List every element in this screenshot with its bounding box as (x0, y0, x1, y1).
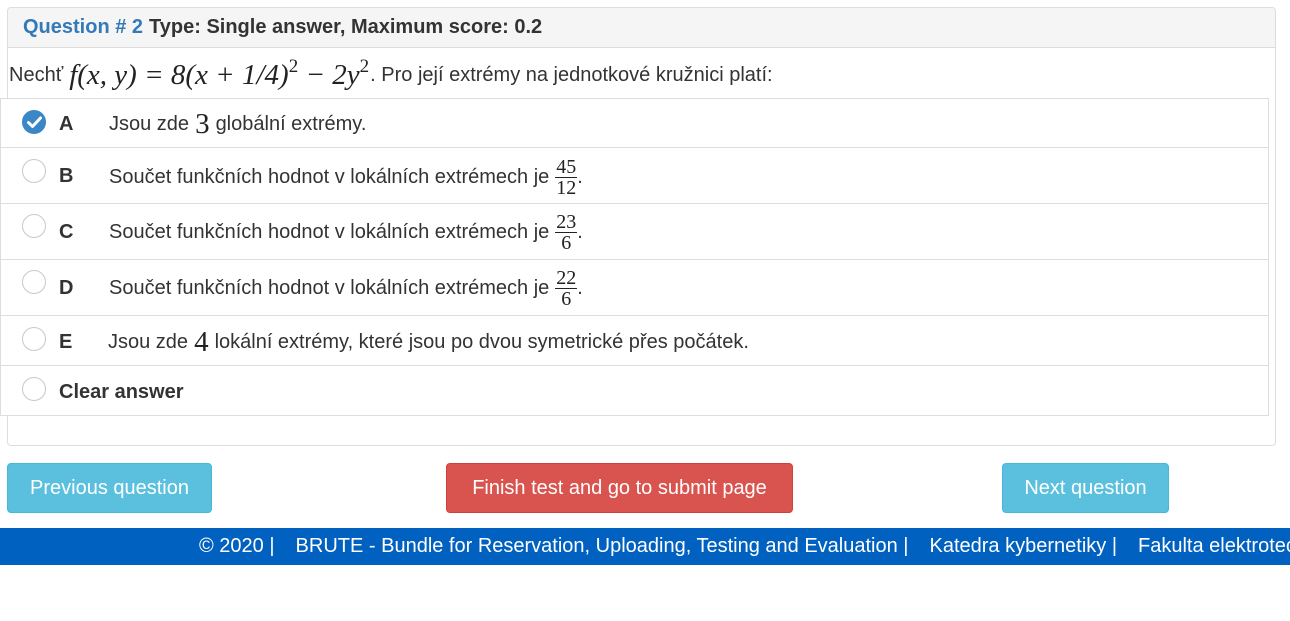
fraction-denominator: 6 (561, 287, 572, 310)
answer-option-a[interactable]: A Jsou zde 3 globální extrémy. (0, 98, 1269, 148)
question-suffix: . Pro její extrémy na jednotkové kružnic… (370, 63, 773, 86)
question-text: Nechť f(x, y) = 8(x + 1/4)2 − 2y2 . Pro … (9, 52, 773, 98)
question-formula: f(x, y) = 8(x + 1/4)2 − 2y2 (69, 55, 370, 92)
question-header: Question # 2 Type: Single answer, Maximu… (8, 8, 1275, 48)
option-letter: C (59, 221, 74, 243)
option-text-after: globální extrémy. (215, 112, 367, 135)
previous-question-button[interactable]: Previous question (7, 463, 212, 513)
answer-option-d[interactable]: D Součet funkčních hodnot v lokálních ex… (0, 259, 1269, 316)
option-text-before: Jsou zde (109, 112, 190, 135)
radio-icon[interactable] (22, 159, 46, 183)
fraction-numerator: 45 (555, 155, 578, 178)
option-text-after: lokální extrémy, které jsou po dvou syme… (214, 330, 749, 353)
footer-fakulta-link[interactable]: Fakulta elektrotechnická (1138, 535, 1290, 558)
option-letter: B (59, 165, 74, 187)
option-math-number: 3 (195, 107, 210, 140)
option-text-before: Součet funkčních hodnot v lokálních extr… (109, 276, 550, 299)
option-fraction: 23 6 (555, 210, 578, 254)
option-fraction: 45 12 (555, 155, 578, 199)
radio-icon[interactable] (22, 377, 46, 401)
option-text-before: Součet funkčních hodnot v lokálních extr… (109, 165, 550, 188)
option-math-number: 4 (194, 325, 209, 358)
formula-mid: − 2y (298, 58, 360, 91)
option-fraction: 22 6 (555, 266, 578, 310)
clear-answer-option[interactable]: Clear answer (0, 365, 1269, 416)
footer: © 2020 | BRUTE - Bundle for Reservation,… (0, 528, 1290, 565)
radio-icon[interactable] (22, 214, 46, 238)
fraction-numerator: 23 (555, 210, 578, 233)
fraction-numerator: 22 (555, 266, 578, 289)
formula-exponent-1: 2 (288, 55, 299, 77)
answer-options: A Jsou zde 3 globální extrémy. B Součet … (0, 98, 1269, 416)
footer-copyright: © 2020 | (199, 535, 275, 557)
option-letter: E (59, 331, 73, 353)
radio-icon[interactable] (22, 327, 46, 351)
question-type: Type: Single answer, Maximum score: 0.2 (149, 16, 543, 38)
option-text: Součet funkčních hodnot v lokálních extr… (109, 267, 583, 309)
footer-katedra-link[interactable]: Katedra kybernetiky | (930, 535, 1118, 558)
next-question-button[interactable]: Next question (1002, 463, 1169, 513)
question-prefix: Nechť (9, 63, 64, 86)
answer-option-b[interactable]: B Součet funkčních hodnot v lokálních ex… (0, 147, 1269, 204)
finish-test-button[interactable]: Finish test and go to submit page (446, 463, 793, 513)
option-text: Jsou zde 4 lokální extrémy, které jsou p… (108, 325, 749, 359)
option-letter: A (59, 113, 74, 135)
fraction-denominator: 6 (561, 231, 572, 254)
option-letter: D (59, 277, 74, 299)
answer-option-e[interactable]: E Jsou zde 4 lokální extrémy, které jsou… (0, 315, 1269, 366)
option-text: Jsou zde 3 globální extrémy. (109, 107, 366, 141)
option-text-after: . (577, 276, 583, 299)
footer-brute-link[interactable]: BRUTE - Bundle for Reservation, Uploadin… (296, 535, 909, 558)
question-number: Question # 2 (23, 16, 144, 38)
option-text-after: . (577, 220, 583, 243)
option-text-before: Jsou zde (108, 330, 189, 353)
formula-lhs: f(x, y) = 8(x + 1/4) (69, 58, 289, 91)
option-text-before: Součet funkčních hodnot v lokálních extr… (109, 220, 550, 243)
option-text: Součet funkčních hodnot v lokálních extr… (109, 156, 583, 198)
clear-answer-label: Clear answer (59, 381, 184, 403)
option-text: Součet funkčních hodnot v lokálních extr… (109, 211, 583, 253)
fraction-denominator: 12 (556, 176, 577, 199)
radio-checked-icon[interactable] (22, 110, 46, 134)
option-text-after: . (577, 165, 583, 188)
radio-icon[interactable] (22, 270, 46, 294)
answer-option-c[interactable]: C Součet funkčních hodnot v lokálních ex… (0, 203, 1269, 260)
formula-exponent-2: 2 (359, 55, 370, 77)
